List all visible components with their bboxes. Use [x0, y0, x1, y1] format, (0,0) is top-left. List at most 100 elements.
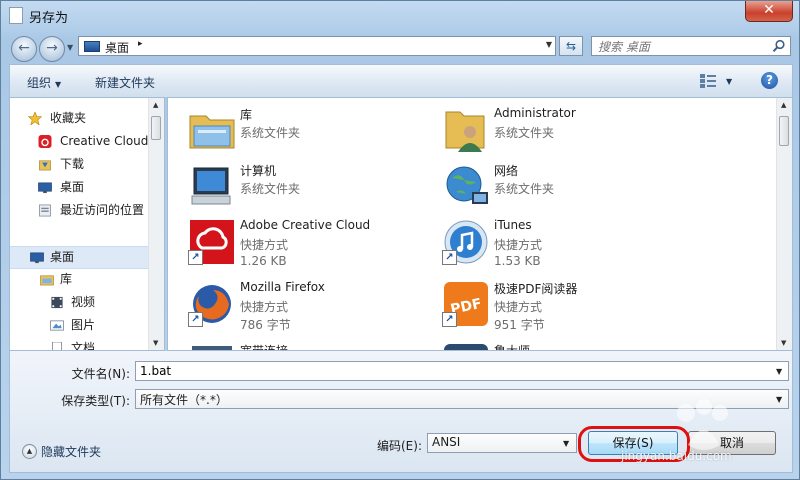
organize-label: 组织 — [27, 76, 52, 90]
scroll-down-arrow-icon[interactable]: ▼ — [781, 339, 786, 347]
file-type: 快捷方式 — [240, 300, 289, 314]
file-item-adobe-creative-cloud[interactable]: ↗ Adobe Creative Cloud 快捷方式 1.26 KB — [188, 218, 438, 276]
nav-item-label: 收藏夹 — [50, 111, 87, 125]
file-pane-scrollbar[interactable]: ▲ ▼ — [776, 98, 792, 350]
shortcut-arrow-icon: ↗ — [188, 312, 203, 327]
filetype-value: 所有文件（*.*） — [140, 393, 228, 407]
creative-cloud-icon — [38, 135, 52, 148]
file-type: 快捷方式 — [494, 238, 543, 252]
nav-item-downloads[interactable]: 下载 — [10, 154, 150, 175]
file-size: 951 字节 — [494, 318, 545, 332]
nav-item-recent-places[interactable]: 最近访问的位置 — [10, 200, 150, 221]
address-bar[interactable]: 桌面 ▸ ▼ — [78, 36, 556, 56]
file-name: Mozilla Firefox — [240, 280, 325, 294]
scroll-up-arrow-icon[interactable]: ▲ — [781, 101, 786, 109]
address-dropdown-icon[interactable]: ▼ — [546, 40, 552, 49]
shortcut-arrow-icon: ↗ — [442, 312, 457, 327]
file-item-mozilla-firefox[interactable]: ↗ Mozilla Firefox 快捷方式 786 字节 — [188, 280, 438, 338]
organize-button[interactable]: 组织 ▼ — [27, 74, 61, 91]
window-title: 另存为 — [29, 11, 69, 26]
file-name: 鲁大师 — [494, 344, 531, 351]
title-bar[interactable]: 另存为 ✕ — [1, 1, 799, 31]
file-item-computer[interactable]: 计算机 系统文件夹 — [188, 162, 438, 220]
pictures-icon — [50, 320, 64, 331]
filetype-select[interactable]: 所有文件（*.*） — [135, 389, 789, 409]
scroll-thumb[interactable] — [151, 116, 161, 140]
nav-item-label: 库 — [60, 272, 73, 286]
collapse-up-icon: ▲ — [22, 444, 37, 459]
breadcrumb-chevron-icon[interactable]: ▸ — [138, 39, 143, 49]
file-item-administrator[interactable]: Administrator 系统文件夹 — [442, 106, 692, 164]
file-name: Administrator — [494, 106, 576, 120]
filename-dropdown-icon[interactable]: ▼ — [776, 367, 782, 376]
nav-pane-scrollbar[interactable]: ▲ ▼ — [148, 98, 164, 350]
refresh-button[interactable]: ⇆ — [559, 36, 583, 56]
nav-item-documents[interactable]: 文档 — [10, 338, 150, 350]
nav-item-label: 桌面 — [60, 180, 85, 194]
search-box[interactable] — [591, 36, 791, 56]
file-item-network[interactable]: 网络 系统文件夹 — [442, 162, 692, 220]
view-options-icon[interactable] — [700, 74, 716, 88]
file-item-library[interactable]: 库 系统文件夹 — [188, 106, 438, 164]
file-list-pane: 库 系统文件夹 Administrator 系统文件夹 计算机 系统文件夹 网络… — [167, 97, 793, 351]
watermark-text: jingyan.baidu.com — [621, 449, 732, 463]
recent-pages-dropdown[interactable]: ▼ — [67, 43, 73, 52]
nav-item-label: 桌面 — [50, 250, 75, 264]
file-item-itunes[interactable]: ↗ iTunes 快捷方式 1.53 KB — [442, 218, 692, 276]
nav-item-library[interactable]: 库 — [10, 269, 150, 290]
file-item-broadband[interactable]: 宽带连接 — [188, 342, 438, 350]
scroll-down-arrow-icon[interactable]: ▼ — [153, 339, 158, 347]
file-type: 系统文件夹 — [494, 126, 555, 140]
save-as-dialog: 另存为 ✕ ← → ▼ 桌面 ▸ ▼ ⇆ 组织▼ 新建文件夹 ▼ — [0, 0, 800, 480]
nav-item-label: 最近访问的位置 — [60, 203, 145, 217]
chevron-down-icon: ▼ — [55, 80, 62, 89]
file-type: 快捷方式 — [240, 238, 289, 252]
help-icon[interactable]: ? — [761, 72, 778, 89]
user-folder-icon — [445, 111, 485, 152]
nav-item-video[interactable]: 视频 — [10, 292, 150, 313]
desktop-icon — [30, 252, 44, 264]
scroll-up-arrow-icon[interactable]: ▲ — [153, 101, 158, 109]
breadcrumb-desktop[interactable]: 桌面 — [105, 39, 129, 56]
search-icon[interactable] — [772, 39, 786, 53]
desktop-icon — [84, 41, 100, 52]
ludashi-icon — [444, 344, 488, 350]
close-button[interactable]: ✕ — [745, 1, 793, 22]
file-name: 库 — [240, 108, 253, 122]
library-icon — [40, 275, 54, 286]
file-item-pdf-reader[interactable]: PDF ↗ 极速PDF阅读器 快捷方式 951 字节 — [442, 280, 692, 338]
filetype-dropdown-icon[interactable]: ▼ — [776, 395, 782, 404]
documents-icon — [51, 342, 63, 350]
view-dropdown-icon[interactable]: ▼ — [726, 77, 732, 86]
nav-item-creative-cloud[interactable]: Creative Cloud — [10, 131, 150, 152]
file-type: 快捷方式 — [494, 300, 543, 314]
desktop-icon — [38, 182, 52, 194]
nav-item-label: 视频 — [71, 295, 96, 309]
recent-places-icon — [39, 204, 51, 217]
navigation-pane: 收藏夹 Creative Cloud 下载 桌面 最近访问的位置 桌面 库 视频… — [9, 97, 165, 351]
encoding-dropdown-icon[interactable]: ▼ — [563, 439, 569, 448]
hide-folders-label: 隐藏文件夹 — [41, 445, 102, 459]
filetype-label: 保存类型(T): — [61, 394, 130, 408]
nav-item-pictures[interactable]: 图片 — [10, 315, 150, 336]
encoding-value: ANSI — [432, 435, 461, 449]
file-name: 极速PDF阅读器 — [494, 282, 578, 296]
nav-item-desktop-root[interactable]: 桌面 — [10, 246, 150, 269]
filename-input[interactable] — [135, 361, 789, 381]
shortcut-arrow-icon: ↗ — [188, 250, 203, 265]
nav-item-desktop[interactable]: 桌面 — [10, 177, 150, 198]
document-icon — [9, 7, 23, 24]
file-type: 系统文件夹 — [240, 126, 301, 140]
forward-arrow-icon: → — [46, 40, 58, 56]
file-item-ludashi[interactable]: 鲁大师 — [442, 342, 692, 351]
forward-button[interactable]: → — [39, 36, 65, 62]
scroll-thumb[interactable] — [779, 116, 789, 146]
broadband-icon — [192, 346, 232, 350]
nav-item-favorites[interactable]: 收藏夹 — [10, 108, 150, 129]
encoding-select[interactable]: ANSI — [427, 433, 577, 453]
file-type: 系统文件夹 — [494, 182, 555, 196]
new-folder-button[interactable]: 新建文件夹 — [95, 74, 155, 91]
search-input[interactable] — [596, 38, 770, 56]
shortcut-arrow-icon: ↗ — [442, 250, 457, 265]
back-button[interactable]: ← — [11, 36, 37, 62]
